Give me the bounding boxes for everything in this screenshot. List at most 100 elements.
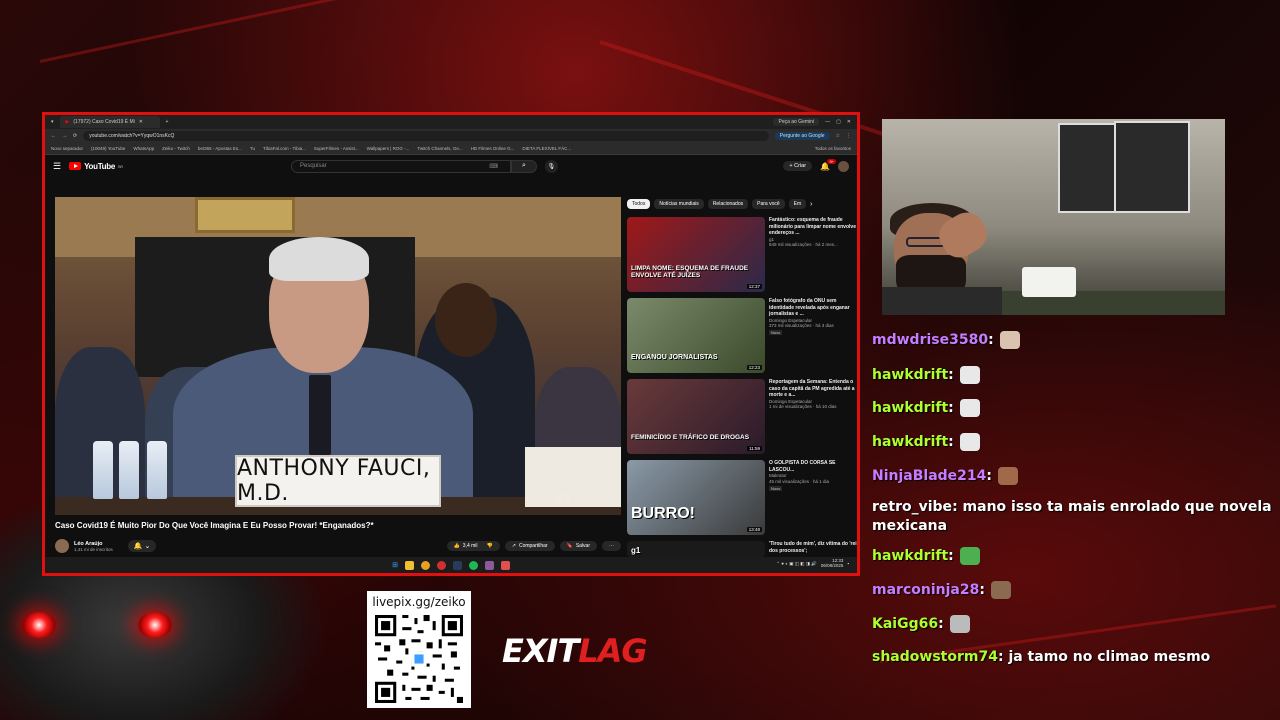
bookmark-item[interactable]: HD Filmes Online G... (471, 146, 515, 151)
tab-menu-icon[interactable]: ▾ (51, 119, 54, 125)
chip-for-you[interactable]: Para você (752, 199, 785, 209)
youtube-logo[interactable]: YouTube BR (69, 162, 123, 171)
mic-button[interactable]: 🎙 (544, 159, 558, 173)
browser-tab[interactable]: ▶ (17972) Caso Covid19 É Mi ✕ (59, 116, 160, 128)
duration-badge: 13:48 (746, 527, 762, 532)
chevron-right-icon[interactable]: › (810, 201, 812, 208)
channel-avatar[interactable] (55, 539, 69, 553)
notifications-button[interactable]: 🔔 9+ (820, 158, 836, 171)
thumbnail-text: ENGANOU JORNALISTAS (631, 353, 718, 361)
youtube-favicon-icon: ▶ (65, 119, 70, 125)
rec-thumbnail[interactable]: BURRO! 13:48 (627, 460, 765, 535)
pepe-emote-icon (959, 366, 980, 384)
back-icon[interactable]: ← (51, 133, 56, 139)
webcam-feed (882, 119, 1225, 315)
bookmark-item[interactable]: Zeiko - Twitch (162, 146, 190, 151)
bookmark-item[interactable]: Twitch Channels, Ge... (417, 146, 462, 151)
address-row: ← → ⟳ youtube.com/watch?v=YyqwO1nsKcQ Pe… (45, 129, 857, 143)
rec-meta: 373 mil visualizações · há 3 dias (769, 323, 834, 329)
papers (525, 447, 621, 507)
rec-thumbnail[interactable]: FEMINICÍDIO E TRÁFICO DE DROGAS 11:59 (627, 379, 765, 454)
star-icon[interactable]: ☆ (836, 133, 840, 139)
more-actions-button[interactable]: ⋯ (602, 541, 621, 551)
video-watermark: C V (555, 493, 571, 503)
chat-username: retro_vibe (872, 499, 953, 515)
notification-icon[interactable]: ▪ (847, 561, 849, 566)
chat-message: marconinja28: (872, 581, 1280, 600)
search-input[interactable]: Pesquisar ⌨ (290, 159, 511, 173)
notification-badge: 9+ (827, 158, 836, 164)
minimize-icon[interactable]: — (825, 119, 830, 125)
video-actions: 👍 3,4 mil 👎 ↗ Compartilhar 🔖 Salvar ⋯ (446, 541, 621, 551)
subscriber-count: 1,41 mi de inscritos (74, 546, 113, 552)
keyboard-icon[interactable]: ⌨ (489, 163, 498, 170)
close-icon[interactable]: ✕ (139, 119, 143, 125)
app-icon[interactable] (500, 560, 510, 570)
address-bar[interactable]: youtube.com/watch?v=YyqwO1nsKcQ (83, 131, 769, 141)
extensions-icon[interactable]: ⋮ (846, 133, 851, 139)
save-button[interactable]: 🔖 Salvar (559, 541, 597, 551)
rec-item[interactable]: BURRO! 13:48 O GOLPISTA DO CORSA SE LASC… (627, 460, 857, 535)
chip-related[interactable]: Relacionados (707, 199, 749, 209)
forward-icon[interactable]: → (62, 133, 67, 139)
speaker-hair (269, 237, 369, 281)
google-ask-pill[interactable]: Pergunte ao Google (774, 132, 830, 140)
gemini-button[interactable]: Peça ao Gemini (773, 118, 820, 126)
thumbnail-text: LIMPA NOME: ESQUEMA DE FRAUDE ENVOLVE AT… (631, 265, 749, 280)
like-button[interactable]: 👍 3,4 mil 👎 (446, 541, 500, 551)
new-tab-icon[interactable]: + (166, 119, 169, 125)
share-button[interactable]: ↗ Compartilhar (504, 541, 555, 551)
bookmark-item[interactable]: DIETA FLEXÍVEL FÁC... (522, 146, 571, 151)
bookmark-item[interactable]: bet365 - Apostas Es... (198, 146, 242, 151)
chat-username: KaiGg66 (872, 616, 939, 632)
hamburger-icon[interactable]: ☰ (53, 161, 61, 172)
create-button[interactable]: + Criar (783, 161, 813, 171)
url-text: youtube.com/watch?v=YyqwO1nsKcQ (89, 133, 175, 139)
search-button[interactable]: ⌕ (510, 159, 537, 173)
steam-icon[interactable] (452, 560, 462, 570)
chat-message: KaiGg66: (872, 615, 1280, 634)
all-bookmarks[interactable]: Todos os favoritos (815, 146, 851, 151)
close-window-icon[interactable]: ✕ (847, 119, 851, 125)
bookmark-item[interactable]: TibiaFal.com - Tibia... (263, 146, 306, 151)
clock[interactable]: 12:33 06/08/2025 (821, 558, 844, 569)
chat-overlay: mdwdrise3580: hawkdrift: hawkdrift: hawk… (872, 320, 1280, 676)
bookmark-item[interactable]: Tu (250, 146, 255, 151)
rec-thumbnail[interactable]: g1 (627, 541, 765, 557)
mic-icon: 🎙 (547, 163, 556, 170)
rec-thumbnail[interactable]: ENGANOU JORNALISTAS 12:23 (627, 298, 765, 373)
bookmark-item[interactable]: WhatsApp (133, 146, 154, 151)
wolf-eye-left (22, 612, 56, 638)
subscribed-button[interactable]: 🔔 ⌄ (127, 540, 157, 552)
app-icon[interactable] (436, 560, 446, 570)
spotify-icon[interactable] (468, 560, 478, 570)
rec-item[interactable]: ENGANOU JORNALISTAS 12:23 Falso fotógraf… (627, 298, 857, 373)
chip-all[interactable]: Todos (627, 199, 651, 209)
chip-more[interactable]: Em (788, 199, 807, 209)
bookmark-item[interactable]: (10049) YouTube (91, 146, 125, 151)
chat-message: hawkdrift: (872, 433, 1280, 452)
windows-start-icon[interactable]: ⊞ (392, 561, 398, 569)
tray-icons[interactable]: ⌃ ● ◐ ▣ ◫ ◧ ◨ 🔊 (776, 561, 817, 567)
bookmark-item[interactable]: Novo separador (51, 146, 83, 151)
rec-item[interactable]: LIMPA NOME: ESQUEMA DE FRAUDE ENVOLVE AT… (627, 217, 857, 292)
animal-emote-icon (949, 615, 970, 633)
chip-world-news[interactable]: Notícias mundiais (654, 199, 704, 209)
bell-icon: 🔔 (133, 543, 143, 550)
chrome-icon[interactable] (420, 560, 430, 570)
rec-item[interactable]: FEMINICÍDIO E TRÁFICO DE DROGAS 11:59 Re… (627, 379, 857, 454)
app-icon[interactable] (484, 560, 494, 570)
rec-thumbnail[interactable]: LIMPA NOME: ESQUEMA DE FRAUDE ENVOLVE AT… (627, 217, 765, 292)
file-explorer-icon[interactable] (404, 560, 414, 570)
thumbs-down-icon[interactable]: 👎 (487, 543, 493, 549)
video-player[interactable]: ANTHONY FAUCI, M.D. C V (55, 197, 621, 515)
maximize-icon[interactable]: ▢ (836, 119, 841, 125)
nameplate: ANTHONY FAUCI, M.D. (235, 455, 441, 507)
rec-item[interactable]: g1 'Tirou tudo de mim', diz vítima do 'r… (627, 541, 857, 557)
logo-region: BR (118, 163, 123, 169)
bookmark-item[interactable]: SuperFilmes - Assist... (314, 146, 359, 151)
account-avatar[interactable] (838, 160, 849, 172)
reload-icon[interactable]: ⟳ (73, 133, 77, 139)
rec-info: Fantástico: esquema de fraude milionário… (769, 217, 857, 292)
bookmark-item[interactable]: Wallpapers | ROG -... (367, 146, 410, 151)
